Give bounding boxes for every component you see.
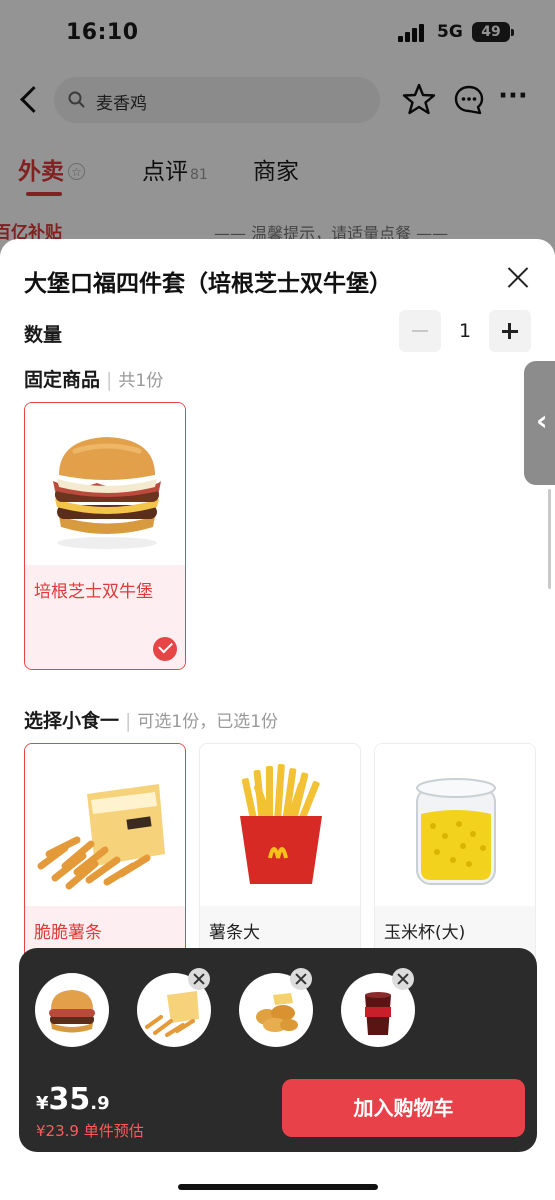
chevron-left-icon: ‹ bbox=[536, 404, 548, 437]
quantity-minus-button[interactable] bbox=[399, 310, 441, 352]
burger-thumb-icon bbox=[49, 990, 95, 1033]
quantity-label: 数量 bbox=[24, 324, 63, 346]
snack-section-title: 选择小食一 | 可选1份，已选1份 bbox=[24, 706, 278, 733]
add-to-cart-button[interactable]: 加入购物车 bbox=[282, 1079, 525, 1137]
fixed-section-title: 固定商品 | 共1份 bbox=[24, 365, 163, 392]
snack-section-separator: | bbox=[125, 710, 132, 732]
price-integer: 35 bbox=[48, 1082, 91, 1117]
sheet-title: 大堡口福四件套（培根芝士双牛堡） bbox=[24, 271, 392, 297]
total-price: ¥35.9 bbox=[36, 1082, 110, 1117]
fixed-section-label: 固定商品 bbox=[24, 369, 101, 391]
cart-bar: ¥35.9 ¥23.9 单件预估 加入购物车 bbox=[19, 948, 537, 1152]
crinkle-fries-image bbox=[25, 744, 185, 906]
home-indicator bbox=[178, 1184, 378, 1190]
price-estimate: ¥23.9 单件预估 bbox=[36, 1122, 144, 1140]
fixed-item-card[interactable]: 培根芝士双牛堡 bbox=[24, 402, 186, 670]
fries-image bbox=[200, 744, 360, 906]
fixed-section-separator: | bbox=[106, 369, 113, 391]
remove-item-icon[interactable] bbox=[188, 968, 210, 990]
check-icon bbox=[153, 637, 177, 661]
price-currency: ¥ bbox=[36, 1093, 49, 1114]
price-decimal: .9 bbox=[90, 1093, 110, 1114]
quantity-plus-button[interactable] bbox=[489, 310, 531, 352]
fixed-section-subtitle: 共1份 bbox=[118, 371, 164, 391]
remove-item-icon[interactable] bbox=[290, 968, 312, 990]
scrollbar[interactable] bbox=[548, 489, 551, 589]
close-icon[interactable] bbox=[504, 263, 532, 291]
corn-cup-image bbox=[375, 744, 535, 906]
cart-thumb-burger[interactable] bbox=[35, 973, 109, 1047]
burger-image bbox=[25, 403, 185, 565]
side-drawer-handle[interactable]: ‹ bbox=[524, 361, 555, 485]
remove-item-icon[interactable] bbox=[392, 968, 414, 990]
snack-section-label: 选择小食一 bbox=[24, 710, 120, 732]
quantity-value: 1 bbox=[458, 320, 472, 342]
snack-section-subtitle: 可选1份，已选1份 bbox=[137, 712, 279, 732]
